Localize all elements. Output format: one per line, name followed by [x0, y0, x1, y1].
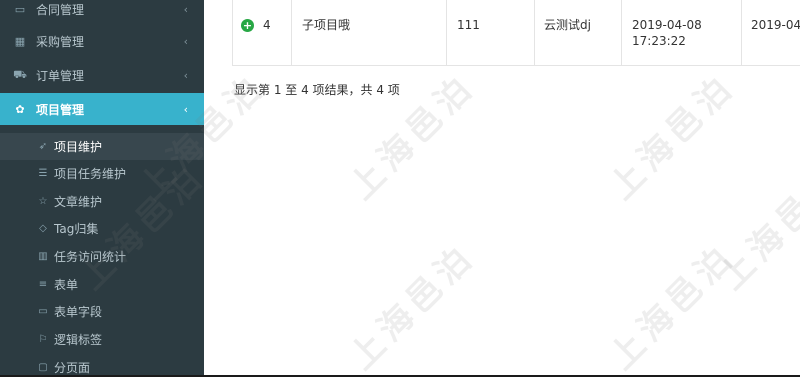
created-time-cell: 2019-04-08 17:23:22 [622, 0, 742, 66]
menu-label: 项目管理 [36, 102, 85, 117]
menu-purchase-management[interactable]: ▦ 采购管理 ‹ [0, 25, 204, 57]
pagination-info: 显示第 1 至 4 项结果，共 4 项 [234, 83, 400, 97]
menu-order-management[interactable]: ⛟ 订单管理 ‹ [0, 59, 204, 91]
submenu-label: 表单 [54, 278, 79, 292]
submenu-label: 项目维护 [54, 140, 103, 154]
list-icon: ☰ [38, 168, 48, 179]
row-number: 4 [263, 18, 271, 32]
submenu-label: 逻辑标签 [54, 333, 103, 347]
owner-cell: 云测试dj [535, 0, 622, 66]
project-icon: ✿ [15, 102, 25, 116]
flag-icon: ⚐ [38, 334, 48, 345]
submenu-item-subpage[interactable]: ▢ 分页面 [0, 354, 204, 377]
star-icon: ☆ [38, 196, 48, 207]
menu-label: 订单管理 [36, 68, 85, 83]
menu-label: 合同管理 [36, 2, 85, 17]
submenu-label: 项目任务维护 [54, 167, 127, 181]
expand-plus-icon[interactable]: + [241, 19, 254, 32]
chevron-left-icon: ‹ [183, 102, 188, 116]
submenu-item-tag-collection[interactable]: ◇ Tag归集 [0, 215, 204, 242]
menu-contract-management[interactable]: ▭ 合同管理 ‹ [0, 0, 204, 25]
card-icon: ▭ [38, 306, 48, 317]
sidebar: ▭ 合同管理 ‹ ▦ 采购管理 ‹ ⛟ 订单管理 ‹ ✿ 项目管理 ‹ ➶ 项目… [0, 0, 204, 377]
chevron-left-icon: ‹ [183, 2, 188, 16]
folder-icon: ▢ [38, 362, 48, 373]
form-icon: ≡ [38, 279, 48, 290]
submenu-item-task-visit-stats[interactable]: ▥ 任务访问统计 [0, 243, 204, 270]
row-number-cell: + 4 [232, 0, 292, 66]
chevron-left-icon: ‹ [183, 68, 188, 82]
rocket-icon: ➶ [38, 141, 48, 152]
contract-icon: ▭ [14, 2, 26, 16]
submenu-item-project-task-maintenance[interactable]: ☰ 项目任务维护 [0, 160, 204, 187]
submenu-label: Tag归集 [54, 222, 99, 236]
project-name-cell: 子项目哦 [292, 0, 447, 66]
table-row[interactable]: + 4 子项目哦 111 云测试dj 2019-04-08 17:23:22 2… [232, 0, 800, 66]
submenu-item-logic-tag[interactable]: ⚐ 逻辑标签 [0, 326, 204, 353]
submenu-label: 分页面 [54, 361, 91, 375]
chevron-left-icon: ‹ [183, 34, 188, 48]
submenu-label: 表单字段 [54, 305, 103, 319]
updated-time-cell: 2019-04-15 17:23:22 [742, 0, 800, 66]
cart-icon: ⛟ [13, 67, 27, 81]
purchase-icon: ▦ [14, 34, 26, 48]
project-code-cell: 111 [447, 0, 535, 66]
tag-icon: ◇ [39, 223, 47, 234]
submenu-item-article-maintenance[interactable]: ☆ 文章维护 [0, 188, 204, 215]
submenu-item-project-maintenance[interactable]: ➶ 项目维护 [0, 133, 204, 160]
submenu-label: 文章维护 [54, 195, 103, 209]
menu-label: 采购管理 [36, 34, 85, 49]
submenu-item-form-field[interactable]: ▭ 表单字段 [0, 298, 204, 325]
bar-chart-icon: ▥ [38, 251, 48, 262]
submenu-item-form[interactable]: ≡ 表单 [0, 271, 204, 298]
submenu-label: 任务访问统计 [54, 250, 127, 264]
main-content: + 4 子项目哦 111 云测试dj 2019-04-08 17:23:22 2… [204, 0, 800, 377]
menu-project-management[interactable]: ✿ 项目管理 ‹ [0, 93, 204, 125]
